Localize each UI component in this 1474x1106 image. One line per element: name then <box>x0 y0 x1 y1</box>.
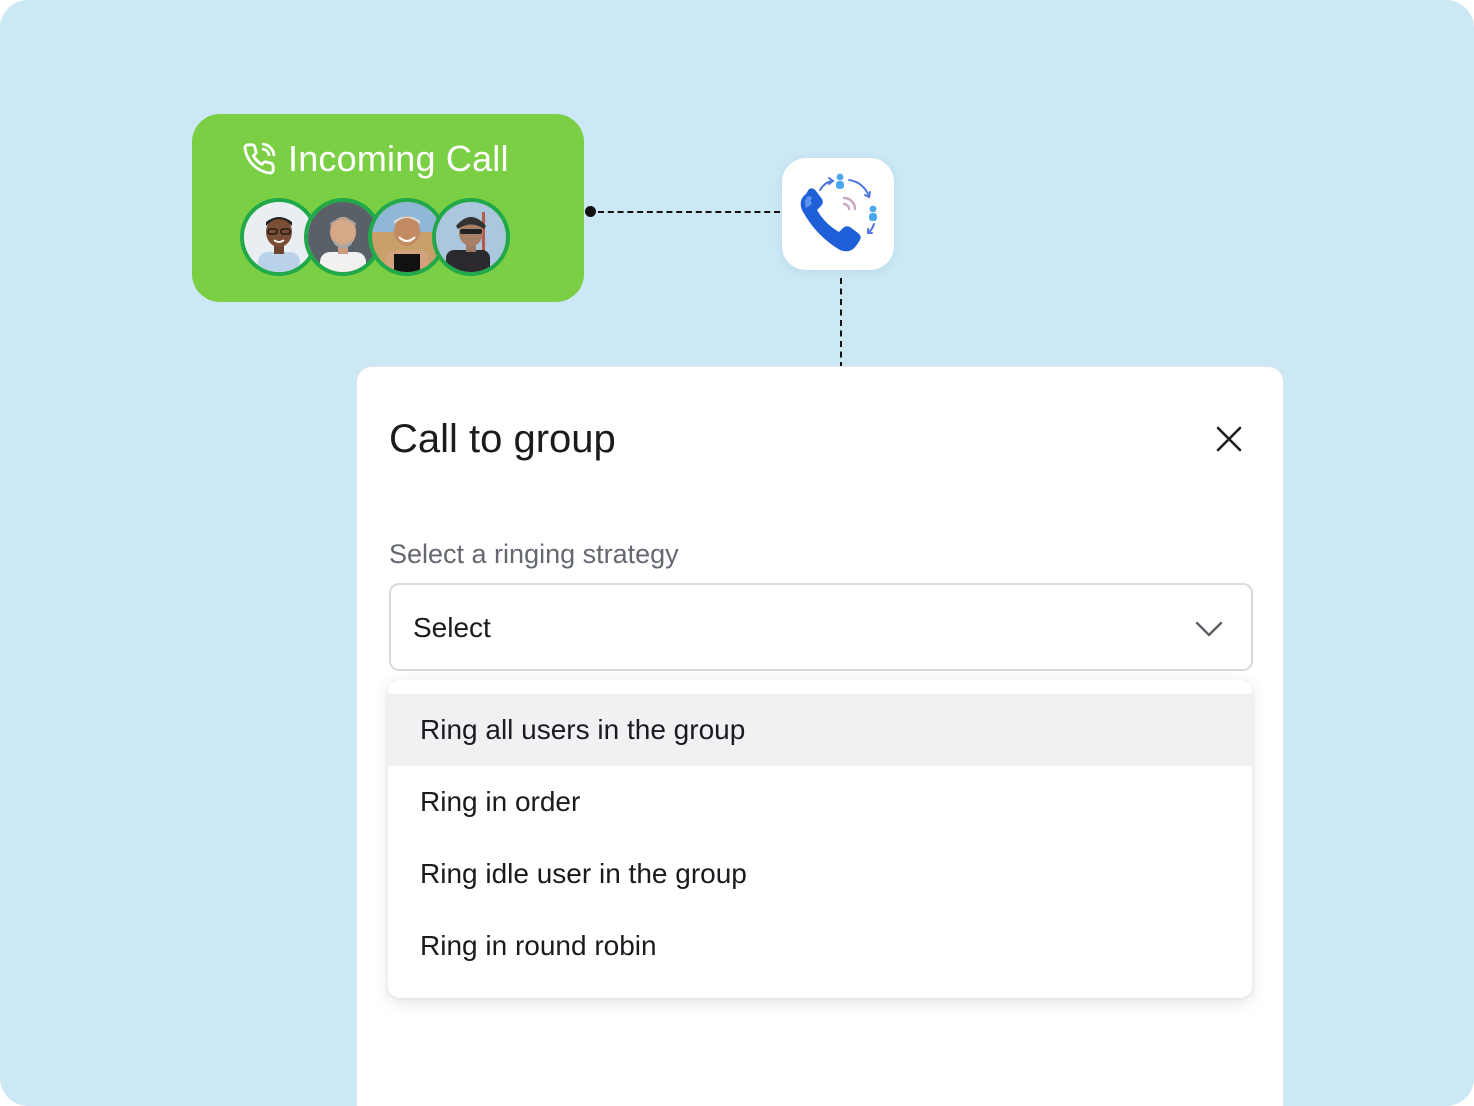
option-ring-round-robin[interactable]: Ring in round robin <box>388 910 1252 982</box>
incoming-call-title: Incoming Call <box>288 138 509 179</box>
modal-title: Call to group <box>389 417 616 461</box>
call-routing-icon <box>782 158 894 270</box>
connector-dot <box>585 206 596 217</box>
connector-line-vertical <box>840 278 842 368</box>
chevron-down-icon <box>1195 621 1223 637</box>
select-value: Select <box>413 612 491 643</box>
option-label: Ring all users in the group <box>420 714 746 745</box>
ringing-strategy-label: Select a ringing strategy <box>389 539 679 569</box>
avatar <box>432 198 510 276</box>
phone-ringing-icon <box>243 142 276 175</box>
option-label: Ring in order <box>420 786 581 817</box>
option-ring-in-order[interactable]: Ring in order <box>388 766 1252 838</box>
option-label: Ring in round robin <box>420 930 657 961</box>
connector-line-horizontal <box>598 211 780 213</box>
option-ring-all-users[interactable]: Ring all users in the group <box>388 694 1252 766</box>
ringing-strategy-select[interactable]: Select <box>389 583 1253 671</box>
option-label: Ring idle user in the group <box>420 858 747 889</box>
ringing-strategy-dropdown: Ring all users in the group Ring in orde… <box>388 680 1252 998</box>
close-icon <box>1216 426 1242 452</box>
incoming-call-card[interactable]: Incoming Call <box>192 114 584 302</box>
canvas-background: Incoming Call Call to group Select a rin… <box>0 0 1474 1106</box>
close-button[interactable] <box>1209 419 1249 459</box>
option-ring-idle-user[interactable]: Ring idle user in the group <box>388 838 1252 910</box>
